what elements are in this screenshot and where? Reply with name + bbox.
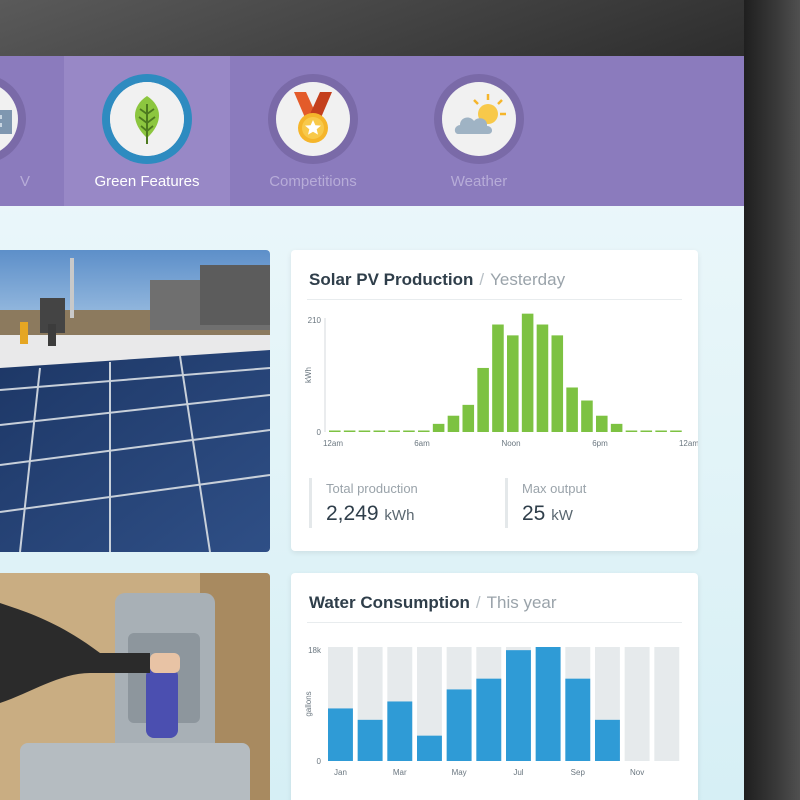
water-bar [476, 678, 502, 761]
building-icon [0, 82, 18, 156]
nav-icon-ring [268, 74, 358, 164]
x-tick-label: Noon [501, 439, 520, 448]
stat-number: 25 [522, 502, 546, 525]
partly-cloudy-icon [442, 82, 516, 156]
solar-bar [536, 324, 549, 432]
y-tick-label: 0 [317, 428, 322, 437]
bar-track [624, 647, 650, 761]
x-tick-label: 12am [323, 439, 343, 448]
solar-bar [492, 324, 504, 432]
solar-bar-chart: 0 210 kWh 12am 6am Noon 6pm 12am [304, 313, 698, 448]
water-bottle-filler-photo [0, 573, 270, 800]
water-consumption-card: Water Consumption / This year 0 18k gallons J… [291, 573, 698, 800]
nav-icon-ring [0, 74, 26, 164]
solar-bar [507, 335, 519, 432]
nav-item-building[interactable]: V [0, 56, 64, 206]
title-separator: / [479, 270, 485, 289]
solar-bar [581, 400, 593, 432]
solar-bar [358, 430, 371, 432]
x-tick-label: Nov [630, 768, 644, 777]
y-tick-label: 18k [308, 646, 322, 655]
solar-bar [447, 415, 460, 432]
stat-number: 2,249 [326, 502, 379, 525]
solar-bar [418, 430, 430, 432]
card-title-text: Solar PV Production [309, 270, 474, 289]
solar-bar [625, 430, 638, 432]
max-output-stat: Max output 25 kW [505, 478, 586, 528]
bar-track [654, 647, 680, 761]
solar-bar [640, 430, 653, 432]
solar-bar [432, 423, 445, 432]
solar-bar [373, 430, 386, 432]
y-tick-label: 210 [308, 316, 322, 325]
y-axis-label: gallons [304, 691, 313, 716]
x-tick-label: May [452, 768, 467, 777]
solar-bar [403, 430, 415, 432]
stat-value: 25 kW [522, 502, 586, 526]
divider [307, 299, 682, 300]
water-bar [446, 689, 472, 761]
solar-bar [388, 430, 400, 432]
solar-production-card: Solar PV Production / Yesterday 0 210 kWh 12a… [291, 250, 698, 551]
solar-bar [670, 430, 682, 432]
nav-item-green-features[interactable]: Green Features [64, 56, 230, 206]
water-bar [506, 650, 531, 761]
solar-bar [477, 367, 489, 432]
solar-bar [521, 313, 534, 432]
x-tick-label: 12am [679, 439, 698, 448]
solar-bar [462, 404, 475, 432]
solar-panels-photo [0, 250, 270, 552]
nav-label: Weather [450, 173, 508, 190]
solar-bar [329, 430, 341, 432]
solar-bar [551, 335, 564, 432]
nav-label: V [19, 173, 30, 190]
card-title-text: Water Consumption [309, 593, 470, 612]
nav-label: Green Features [94, 173, 200, 190]
nav-icon-ring [102, 74, 192, 164]
card-title: Water Consumption / This year [309, 593, 557, 613]
water-bar [328, 708, 353, 761]
stat-label: Total production [326, 481, 418, 496]
stat-unit: kWh [384, 507, 415, 524]
x-tick-label: 6am [414, 439, 430, 448]
y-axis-label: kWh [304, 367, 313, 383]
x-tick-label: Sep [571, 768, 586, 777]
x-tick-label: Jan [334, 768, 347, 777]
stat-value: 2,249 kWh [326, 502, 418, 526]
divider [307, 622, 682, 623]
title-separator: / [475, 593, 481, 612]
water-bar [357, 719, 383, 761]
solar-bar [343, 430, 356, 432]
x-tick-label: 6pm [592, 439, 608, 448]
water-bar [565, 678, 591, 761]
nav-item-competitions[interactable]: Competitions [230, 56, 396, 206]
x-tick-label: Mar [393, 768, 407, 777]
stat-label: Max output [522, 481, 587, 496]
y-tick-label: 0 [317, 757, 322, 766]
water-bar-chart: 0 18k gallons Jan Mar May Jul Sep Nov [304, 646, 680, 777]
period-label: This year [486, 593, 557, 612]
x-tick-label: Jul [513, 768, 523, 777]
medal-icon [276, 82, 350, 156]
top-nav: V Green Features Competitions Weather [0, 56, 744, 206]
stat-unit: kW [551, 507, 573, 524]
water-bar [417, 735, 442, 761]
water-bar [535, 647, 561, 761]
total-production-stat: Total production 2,249 kWh [309, 478, 418, 528]
card-title: Solar PV Production / Yesterday [309, 270, 565, 290]
nav-item-weather[interactable]: Weather [396, 56, 562, 206]
nav-label: Competitions [269, 173, 357, 190]
dashboard-screen: V Green Features Competitions Weather So… [0, 56, 744, 800]
water-bar [387, 701, 413, 761]
solar-bar [610, 423, 623, 432]
nav-icon-ring [434, 74, 524, 164]
leaf-icon [110, 82, 184, 156]
water-bar [595, 719, 620, 761]
solar-bar [655, 430, 667, 432]
period-label: Yesterday [490, 270, 566, 289]
solar-bar [596, 415, 608, 432]
solar-bar [566, 387, 578, 432]
monitor-edge [744, 0, 800, 800]
